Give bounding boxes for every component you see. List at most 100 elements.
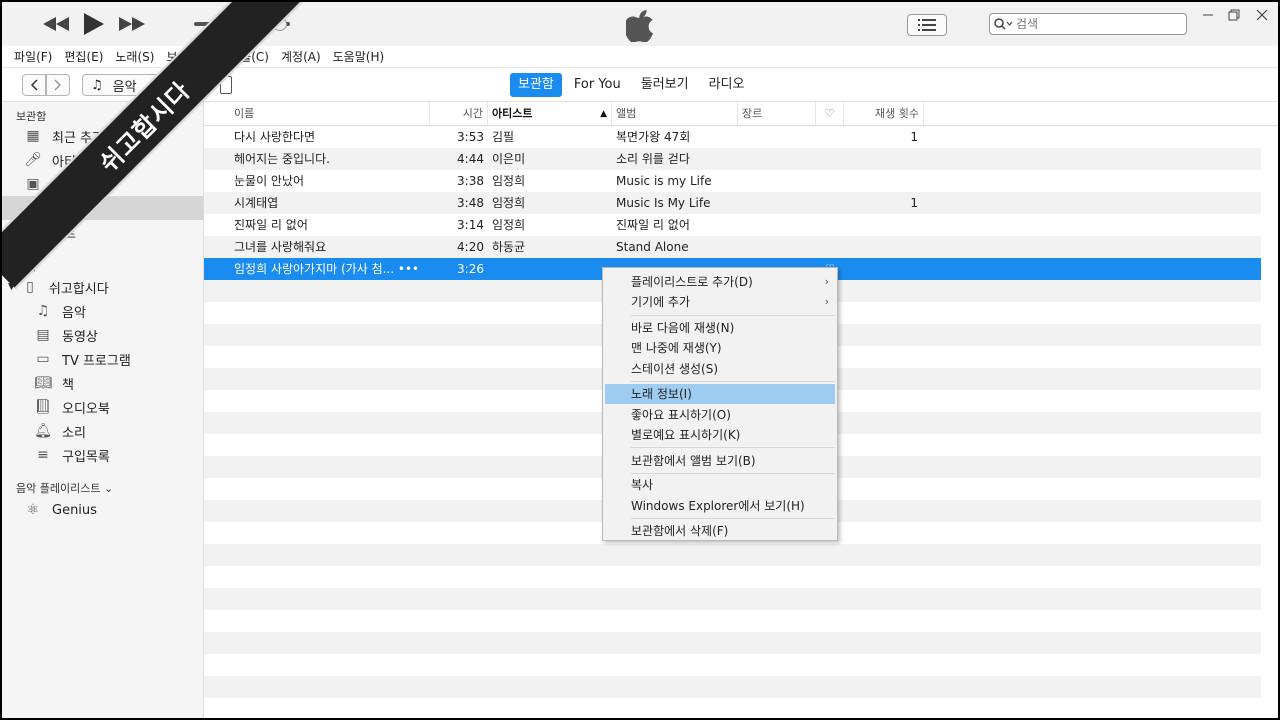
ctx-dislike[interactable]: 별로예요 표시하기(K) <box>605 425 835 445</box>
tab-browse[interactable]: 둘러보기 <box>633 73 697 97</box>
empty-row <box>204 676 1261 698</box>
song-plays <box>844 214 918 236</box>
song-time: 3:53 <box>457 130 484 144</box>
sidebar-item-device-movies[interactable]: ▤ 동영상 <box>2 323 203 347</box>
chevron-left-icon <box>30 79 38 91</box>
song-row[interactable]: 다시 사랑한다면 3:53 김필 복면가왕 47회 1 <box>204 126 1261 148</box>
menu-file[interactable]: 파일(F) <box>14 48 52 65</box>
column-plays[interactable]: 재생 횟수 <box>844 102 924 126</box>
column-time[interactable]: 시간 <box>430 102 488 126</box>
sidebar-item-label: 책 <box>62 377 74 393</box>
search-icon <box>994 18 1013 30</box>
column-album[interactable]: 앨범 <box>612 102 738 126</box>
back-button[interactable] <box>22 74 46 96</box>
column-artist-label: 아티스트 <box>492 107 533 120</box>
song-name: 시계태엽 <box>234 196 279 210</box>
list-icon <box>918 19 936 31</box>
sidebar-item-label: 오디오북 <box>62 401 110 417</box>
column-love[interactable]: ♡ <box>816 102 844 126</box>
tab-bar: 보관함 For You 둘러보기 라디오 <box>510 73 756 97</box>
sidebar-item-label: 소리 <box>62 425 86 441</box>
tab-for-you[interactable]: For You <box>566 73 629 97</box>
close-button[interactable] <box>1250 6 1274 24</box>
restore-button[interactable] <box>1222 6 1246 24</box>
ctx-play-next[interactable]: 바로 다음에 재생(N) <box>605 318 835 338</box>
ctx-play-later[interactable]: 맨 나중에 재생(Y) <box>605 338 835 358</box>
ctx-delete-from-library[interactable]: 보관함에서 삭제(F) <box>605 521 835 541</box>
menu-edit[interactable]: 편집(E) <box>64 48 103 65</box>
search-box[interactable] <box>989 13 1187 35</box>
purchased-list-icon: ≡ <box>37 447 49 463</box>
song-time: 3:26 <box>457 262 484 276</box>
song-name: 임정희 사랑아가지마 (가사 첨... ••• <box>234 262 420 276</box>
list-view-button[interactable] <box>907 14 947 36</box>
sidebar-item-device-audiobooks[interactable]: 📕︎ 오디오북 <box>2 395 203 419</box>
rewind-button[interactable] <box>42 12 70 36</box>
ctx-label: 기기에 추가 <box>631 295 691 309</box>
chevron-right-icon: › <box>824 275 829 288</box>
song-album: 진짜일 리 없어 <box>616 218 690 232</box>
sidebar-item-device-purchased[interactable]: ≡ 구입목록 <box>2 443 203 467</box>
ctx-copy[interactable]: 복사 <box>605 475 835 495</box>
ctx-show-album[interactable]: 보관함에서 앨범 보기(B) <box>605 451 835 471</box>
sidebar-item-device-books[interactable]: 📖︎ 책 <box>2 371 203 395</box>
column-name[interactable]: 이름 <box>230 102 430 126</box>
media-type-label: 음악 <box>112 79 137 95</box>
sidebar-item-device-tones[interactable]: 🔔︎ 소리 <box>2 419 203 443</box>
song-time: 3:48 <box>457 196 484 210</box>
restore-icon <box>1228 9 1240 21</box>
forward-button[interactable] <box>46 74 70 96</box>
song-row[interactable]: 눈물이 안났어 3:38 임정희 Music is my Life <box>204 170 1261 192</box>
menu-account[interactable]: 계정(A) <box>281 48 321 65</box>
song-name: 진짜일 리 없어 <box>234 218 308 232</box>
apple-logo-icon <box>626 10 654 42</box>
playlists-header[interactable]: 음악 플레이리스트 ⌄ <box>16 480 113 496</box>
play-icon <box>84 13 104 35</box>
ctx-label: 플레이리스트로 추가(D) <box>631 275 753 289</box>
menu-help[interactable]: 도움말(H) <box>333 48 385 65</box>
empty-row <box>204 698 1261 718</box>
search-input[interactable] <box>1016 17 1176 31</box>
sidebar-item-genius[interactable]: ⚛ Genius <box>2 498 203 522</box>
ctx-show-in-explorer[interactable]: Windows Explorer에서 보기(H) <box>605 496 835 516</box>
sidebar-item-device-music[interactable]: ♫ 음악 <box>2 299 203 323</box>
empty-row <box>204 610 1261 632</box>
ctx-add-to-playlist[interactable]: 플레이리스트로 추가(D) › <box>605 272 835 292</box>
play-button[interactable] <box>82 12 106 36</box>
minimize-icon <box>1203 14 1213 16</box>
tab-radio[interactable]: 라디오 <box>701 73 753 97</box>
song-artist: 임정희 <box>492 218 526 232</box>
song-row[interactable]: 그녀를 사랑해줘요 4:20 하동균 Stand Alone <box>204 236 1261 258</box>
close-icon <box>1256 9 1268 21</box>
column-artist[interactable]: 아티스트 ▲ <box>488 102 612 126</box>
column-genre[interactable]: 장르 <box>738 102 816 126</box>
fast-forward-button[interactable] <box>118 12 146 36</box>
ctx-song-info[interactable]: 노래 정보(I) <box>605 384 835 404</box>
song-name: 눈물이 안났어 <box>234 174 305 188</box>
empty-row <box>204 566 1261 588</box>
bell-icon: 🔔︎ <box>34 423 52 439</box>
ctx-love[interactable]: 좋아요 표시하기(O) <box>605 405 835 425</box>
library-header: 보관함 <box>16 110 47 123</box>
sidebar-item-label: 음악 <box>62 305 86 321</box>
rewind-icon <box>43 17 69 31</box>
song-row[interactable]: 진짜일 리 없어 3:14 임정희 진짜일 리 없어 <box>204 214 1261 236</box>
song-time: 3:38 <box>457 174 484 188</box>
tab-library[interactable]: 보관함 <box>510 73 562 97</box>
sidebar-item-device-tv[interactable]: ▭ TV 프로그램 <box>2 347 203 371</box>
fast-forward-icon <box>119 17 145 31</box>
song-artist <box>492 258 610 280</box>
minimize-button[interactable] <box>1196 6 1220 24</box>
sidebar-item-device[interactable]: ▼ ▯ 쉬고합시다 <box>2 275 203 299</box>
ctx-add-to-device[interactable]: 기기에 추가 › <box>605 292 835 312</box>
song-row[interactable]: 헤어지는 중입니다. 4:44 이은미 소리 위를 걷다 <box>204 148 1261 170</box>
song-artist: 임정희 <box>492 174 526 188</box>
song-row[interactable]: 시계태엽 3:48 임정희 Music Is My Life 1 <box>204 192 1261 214</box>
music-note-icon: ♫ <box>36 303 50 319</box>
song-time: 4:20 <box>457 240 484 254</box>
menu-song[interactable]: 노래(S) <box>115 48 154 65</box>
sidebar-item-label: Genius <box>52 502 97 518</box>
ctx-create-station[interactable]: 스테이션 생성(S) <box>605 359 835 379</box>
song-artist: 임정희 <box>492 196 526 210</box>
song-list-header: 이름 시간 아티스트 ▲ 앨범 장르 ♡ 재생 횟수 <box>204 102 1278 126</box>
